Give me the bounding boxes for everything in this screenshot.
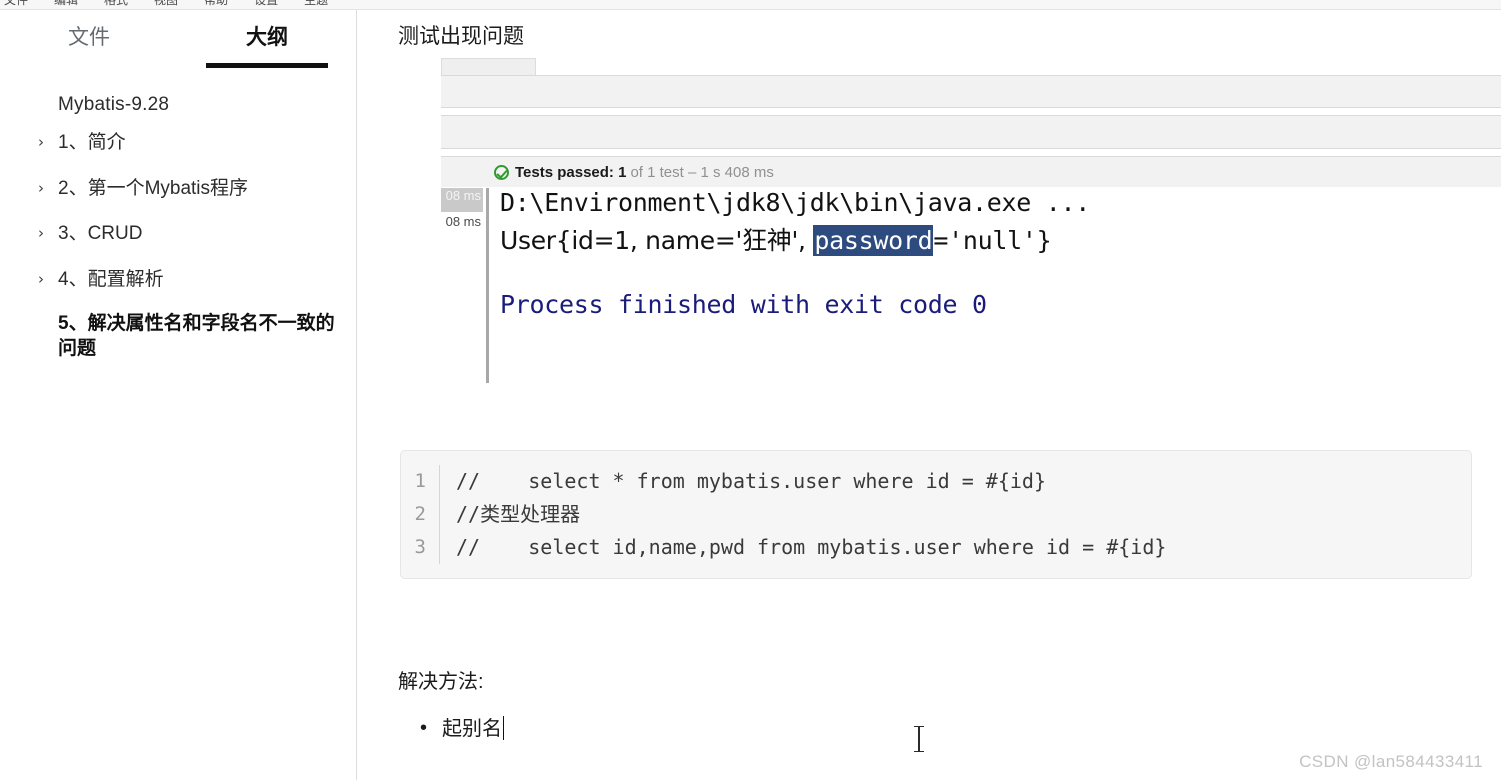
outline-item-label: 2、第一个Mybatis程序: [58, 177, 249, 199]
toolbar-item-0[interactable]: 文件: [4, 0, 28, 8]
app-root: 文件 编辑 格式 视图 帮助 设置 主题 文件 大纲 Mybatis-9.28 …: [0, 0, 1501, 780]
solution-item-label: 起别名: [442, 718, 502, 740]
toolbar-item-5[interactable]: 设置: [254, 0, 278, 8]
console-line-process: Process finished with exit code 0: [500, 290, 987, 319]
code-line-number: 3: [414, 536, 426, 558]
main-content: 测试出现问题 Tests passed: 1 of 1 test – 1 s 4…: [358, 10, 1501, 780]
outline-item-1[interactable]: › 1、简介: [0, 120, 356, 166]
code-line: 2 //类型处理器: [401, 498, 1471, 531]
outline-item-3[interactable]: › 3、CRUD: [0, 211, 356, 257]
chevron-right-icon[interactable]: ›: [38, 130, 58, 154]
top-toolbar-strip: 文件 编辑 格式 视图 帮助 设置 主题: [0, 0, 1501, 10]
toolbar-item-6[interactable]: 主题: [304, 0, 328, 8]
chevron-right-icon[interactable]: ›: [38, 176, 58, 200]
code-line: 1 // select * from mybatis.user where id…: [401, 465, 1471, 498]
gutter-time: 08 ms: [441, 214, 483, 238]
console-line-user: User{id=1, name='狂神', password='null'}: [500, 222, 1500, 260]
console-user-suffix: ='null'}: [933, 226, 1052, 255]
console-lines: D:\Environment\jdk8\jdk\bin\java.exe ...…: [500, 184, 1500, 324]
sidebar: 文件 大纲 Mybatis-9.28 › 1、简介 › 2、第一个Mybatis…: [0, 10, 357, 780]
outline-item-label: 4、配置解析: [58, 268, 164, 290]
tab-outline-label: 大纲: [246, 26, 288, 49]
code-line-text: //类型处理器: [439, 498, 1471, 531]
console-gutter-divider: [486, 188, 489, 383]
console-user-prefix: User{id=1, name='狂神',: [500, 226, 814, 255]
tests-duration-label: of 1 test – 1 s 408 ms: [630, 163, 774, 181]
tests-passed-label: Tests passed: 1: [515, 163, 627, 181]
console-selected-token[interactable]: password: [813, 225, 934, 256]
outline-root-title[interactable]: Mybatis-9.28: [0, 90, 356, 120]
ide-screenshot: Tests passed: 1 of 1 test – 1 s 408 ms 0…: [436, 58, 1501, 393]
console-command-text: D:\Environment\jdk8\jdk\bin\java.exe ...: [500, 188, 1091, 217]
tab-files-label: 文件: [68, 26, 110, 49]
ide-toolbar-row-1: [441, 75, 1501, 108]
solution-heading: 解决方法:: [398, 671, 484, 693]
console-line-command: D:\Environment\jdk8\jdk\bin\java.exe ...: [500, 184, 1500, 222]
ide-tab-stub: [441, 58, 536, 76]
code-line-number: 1: [414, 470, 426, 492]
outline-item-5[interactable]: 5、解决属性名和字段名不一致的问题: [0, 303, 356, 372]
chevron-right-icon[interactable]: ›: [38, 267, 58, 291]
top-toolbar-items: 文件 编辑 格式 视图 帮助 设置 主题: [0, 0, 1501, 8]
ibeam-cursor-icon: [914, 726, 924, 752]
code-line: 3 // select id,name,pwd from mybatis.use…: [401, 531, 1471, 564]
toolbar-item-4[interactable]: 帮助: [204, 0, 228, 8]
test-status-bar: Tests passed: 1 of 1 test – 1 s 408 ms: [441, 156, 1501, 187]
check-circle-icon: [494, 164, 509, 180]
outline-tree: Mybatis-9.28 › 1、简介 › 2、第一个Mybatis程序 › 3…: [0, 68, 356, 372]
watermark: CSDN @lan584433411: [1299, 752, 1483, 771]
page-title: 测试出现问题: [398, 25, 524, 48]
text-caret: [503, 716, 504, 740]
outline-item-2[interactable]: › 2、第一个Mybatis程序: [0, 166, 356, 212]
toolbar-item-1[interactable]: 编辑: [54, 0, 78, 8]
ide-toolbar-row-2: [441, 115, 1501, 149]
code-block[interactable]: 1 // select * from mybatis.user where id…: [400, 450, 1472, 579]
outline-item-label: 3、CRUD: [58, 223, 143, 245]
chevron-right-icon[interactable]: ›: [38, 221, 58, 245]
console-output: 08 ms 08 ms D:\Environment\jdk8\jdk\bin\…: [436, 188, 1501, 393]
code-line-text: // select * from mybatis.user where id =…: [439, 465, 1471, 498]
gutter-time-selected: 08 ms: [441, 188, 483, 212]
tab-files[interactable]: 文件: [0, 10, 178, 68]
outline-item-4[interactable]: › 4、配置解析: [0, 257, 356, 303]
list-item[interactable]: 起别名: [420, 714, 504, 743]
solution-list: 起别名: [398, 714, 504, 743]
sidebar-tabs: 文件 大纲: [0, 10, 356, 68]
outline-item-label: 1、简介: [58, 132, 126, 153]
toolbar-item-2[interactable]: 格式: [104, 0, 128, 8]
outline-item-label: 5、解决属性名和字段名不一致的问题: [58, 312, 335, 360]
tab-outline[interactable]: 大纲: [178, 10, 356, 68]
code-line-number: 2: [414, 503, 426, 525]
code-line-text: // select id,name,pwd from mybatis.user …: [439, 531, 1471, 564]
toolbar-item-3[interactable]: 视图: [154, 0, 178, 8]
